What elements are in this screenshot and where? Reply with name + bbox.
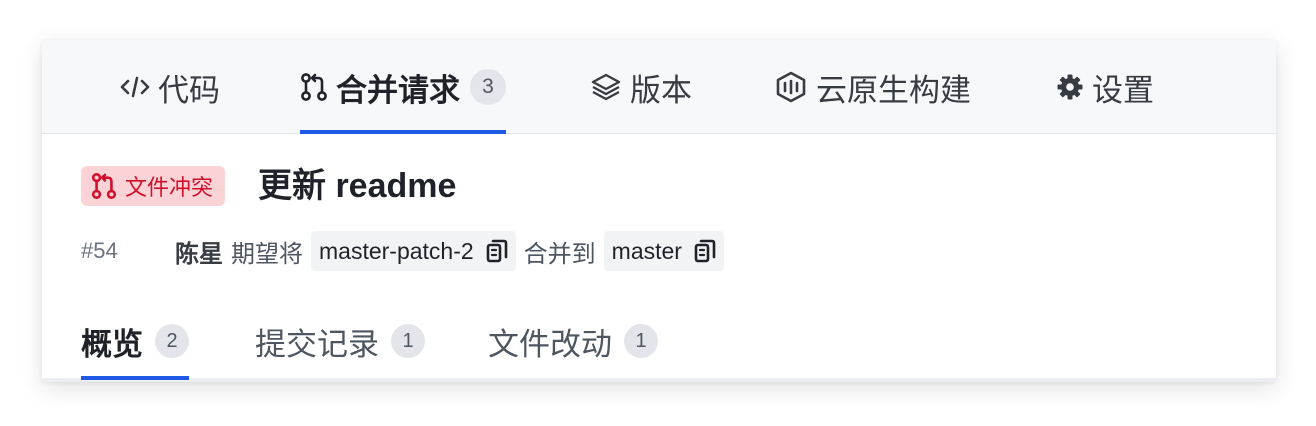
merge-request-title: 更新 readme [258, 167, 457, 205]
layers-icon [590, 72, 622, 102]
tab-releases[interactable]: 版本 [590, 40, 692, 134]
target-branch[interactable]: master [603, 231, 724, 271]
tab-code-label: 代码 [158, 72, 220, 108]
tab-cloud-build[interactable]: 云原生构建 [774, 40, 971, 134]
copy-icon[interactable] [694, 238, 716, 264]
tab-merge-requests-label: 合并请求 [336, 72, 460, 108]
source-branch[interactable]: master-patch-2 [311, 231, 516, 271]
merge-request-id: #54 [81, 238, 118, 263]
merge-into-text: 合并到 [523, 240, 596, 268]
tab-merge-requests[interactable]: 合并请求 3 [300, 40, 506, 134]
repo-nav: 代码 合并请求 3 版本 云原生构建 设置 [42, 40, 1276, 134]
target-branch-name: master [611, 237, 682, 264]
tab-code[interactable]: 代码 [120, 40, 220, 134]
conflict-status-badge: 文件冲突 [81, 166, 226, 206]
overview-count-badge: 2 [155, 324, 189, 358]
merge-request-meta: #54 陈星 期望将 master-patch-2 合并到 master [81, 230, 732, 272]
copy-icon[interactable] [486, 238, 508, 264]
merge-request-count-badge: 3 [470, 69, 506, 105]
conflict-status-label: 文件冲突 [125, 175, 214, 200]
tab-file-changes[interactable]: 文件改动 1 [488, 302, 658, 380]
code-icon [120, 75, 150, 99]
merge-request-icon [300, 72, 328, 102]
merge-conflict-icon [91, 172, 117, 200]
tab-commits[interactable]: 提交记录 1 [255, 302, 425, 380]
tab-commits-label: 提交记录 [255, 326, 379, 362]
author-name[interactable]: 陈星 [175, 234, 223, 269]
expect-text: 期望将 [231, 240, 303, 268]
tab-settings[interactable]: 设置 [1056, 40, 1154, 134]
tab-file-changes-label: 文件改动 [488, 326, 612, 362]
gear-icon [1056, 73, 1084, 101]
merge-request-panel: 代码 合并请求 3 版本 云原生构建 设置 文件冲突 更新 readme #54… [42, 40, 1276, 382]
tab-overview[interactable]: 概览 2 [81, 302, 189, 380]
source-branch-name: master-patch-2 [319, 237, 474, 264]
commits-count-badge: 1 [391, 324, 425, 358]
cloud-build-icon [774, 71, 808, 103]
tab-settings-label: 设置 [1092, 72, 1154, 108]
tab-overview-label: 概览 [81, 326, 143, 362]
subtabs-divider [42, 378, 1276, 382]
tab-releases-label: 版本 [630, 72, 692, 108]
file-changes-count-badge: 1 [624, 324, 658, 358]
tab-cloud-build-label: 云原生构建 [816, 72, 971, 108]
